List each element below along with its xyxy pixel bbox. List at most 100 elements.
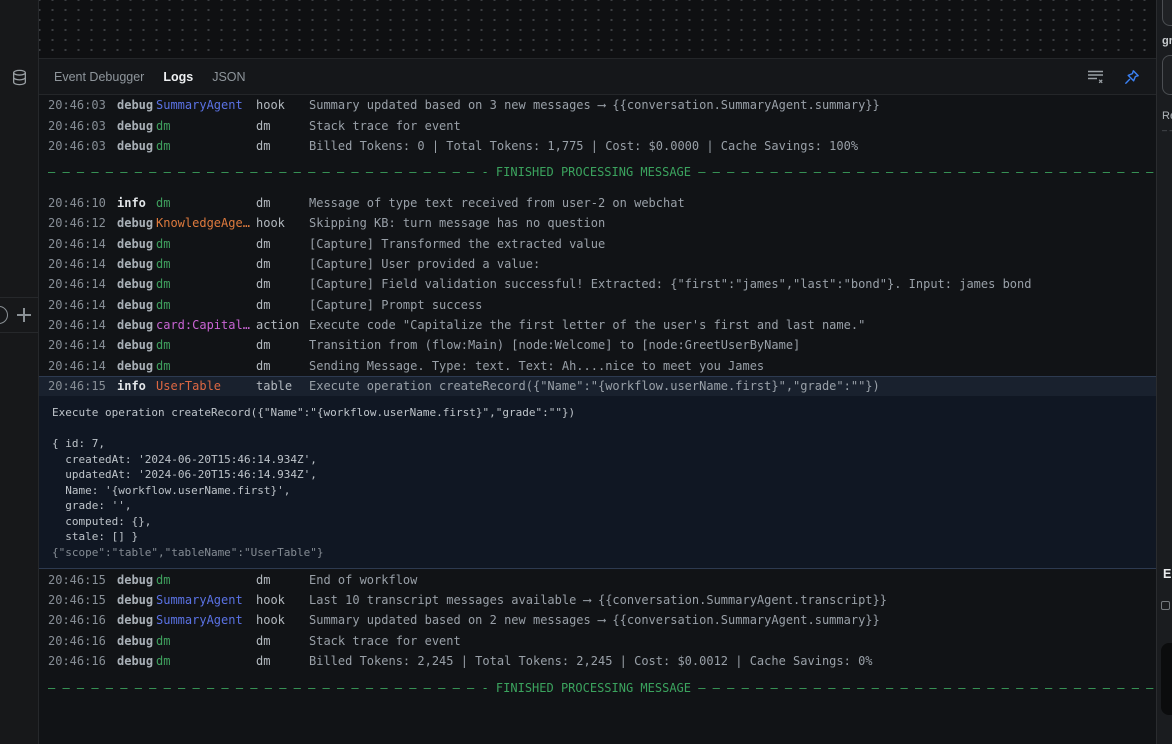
log-level: debug — [117, 138, 154, 153]
right-panel-checkbox[interactable] — [1161, 601, 1170, 610]
log-row[interactable]: 20:46:14 debug dm dm [Capture] User provided… — [39, 254, 1156, 274]
log-message: Last 10 transcript messages available ⟶ … — [309, 593, 887, 608]
log-message: Billed Tokens: 2,245 | Total Tokens: 2,2… — [309, 654, 873, 669]
flow-canvas[interactable] — [39, 0, 1156, 58]
right-panel-button[interactable] — [1162, 0, 1172, 26]
log-category: dm — [256, 195, 271, 210]
database-icon[interactable] — [11, 69, 28, 90]
log-agent: dm — [156, 654, 171, 669]
log-category: hook — [256, 98, 285, 113]
log-time: 20:46:10 — [48, 195, 106, 210]
log-time: 20:46:16 — [48, 613, 106, 628]
plus-icon[interactable] — [16, 307, 32, 323]
log-message: Billed Tokens: 0 | Total Tokens: 1,775 |… — [309, 138, 859, 153]
log-category: dm — [256, 338, 271, 353]
finished-processing-separator: — — — — — — — — — — — — — — — — — — — — … — [48, 165, 1156, 180]
log-row[interactable]: 20:46:14 debug dm dm Transition from (flow:M… — [39, 335, 1156, 355]
right-panel-card[interactable] — [1162, 55, 1172, 95]
log-time: 20:46:16 — [48, 654, 106, 669]
log-level: debug — [117, 654, 154, 669]
finished-processing-separator: — — — — — — — — — — — — — — — — — — — — … — [48, 680, 1156, 695]
log-category: dm — [256, 256, 271, 271]
right-panel: gr Re – – E — [1156, 0, 1172, 744]
tab-event-debugger[interactable]: Event Debugger — [54, 70, 144, 84]
pin-icon[interactable] — [1123, 68, 1141, 86]
log-agent: SummaryAgent — [156, 613, 243, 628]
log-time: 20:46:14 — [48, 318, 106, 333]
log-message: [Capture] Prompt success — [309, 297, 483, 312]
log-category: hook — [256, 216, 285, 231]
tab-logs[interactable]: Logs — [163, 70, 193, 84]
sidebar-divider — [0, 297, 38, 298]
log-level: info — [117, 379, 146, 394]
log-level: debug — [117, 613, 154, 628]
log-time: 20:46:14 — [48, 256, 106, 271]
log-row[interactable]: 20:46:16 debug SummaryAgent hook Summary upd… — [39, 610, 1156, 630]
log-level: debug — [117, 318, 154, 333]
log-row[interactable]: 20:46:14 debug dm dm [Capture] Prompt succes… — [39, 295, 1156, 315]
circle-icon[interactable] — [0, 306, 8, 324]
log-agent: dm — [156, 633, 171, 648]
log-level: debug — [117, 338, 154, 353]
log-level: debug — [117, 593, 154, 608]
log-agent: dm — [156, 256, 171, 271]
log-time: 20:46:03 — [48, 98, 106, 113]
log-time: 20:46:15 — [48, 572, 106, 587]
right-panel-label-top: gr — [1162, 35, 1172, 47]
log-row[interactable]: 20:46:14 debug dm dm [Capture] Transformed t… — [39, 233, 1156, 253]
log-agent: dm — [156, 236, 171, 251]
log-level: debug — [117, 277, 154, 292]
log-row[interactable]: 20:46:14 debug card:Capital… action Execute … — [39, 315, 1156, 335]
log-category: dm — [256, 358, 271, 373]
log-row[interactable]: 20:46:03 debug dm dm Billed Tokens: 0 | Tota… — [39, 136, 1156, 156]
log-list: 20:46:03 debug SummaryAgent hook Summary upd… — [39, 95, 1156, 743]
right-panel-dark-card[interactable] — [1161, 643, 1172, 715]
log-message: Sending Message. Type: text. Text: Ah...… — [309, 358, 765, 373]
log-agent: dm — [156, 118, 171, 133]
log-category: dm — [256, 118, 271, 133]
log-level: debug — [117, 358, 154, 373]
log-expanded-details[interactable]: Execute operation createRecord({"Name":"… — [39, 396, 1156, 570]
right-panel-dashes: – – — [1162, 125, 1172, 135]
log-row[interactable]: 20:46:15 debug SummaryAgent hook Last 10 tra… — [39, 590, 1156, 610]
log-row[interactable]: 20:46:03 debug dm dm Stack trace for event — [39, 115, 1156, 135]
expanded-meta: {"scope":"table","tableName":"UserTable"… — [52, 545, 324, 559]
log-row-selected[interactable]: 20:46:15 info UserTable table Execute operat… — [39, 376, 1156, 397]
log-message: Execute code "Capitalize the first lette… — [309, 318, 866, 333]
log-row[interactable]: 20:46:15 debug dm dm End of workflow — [39, 569, 1156, 589]
expanded-output: Execute operation createRecord({"Name":"… — [52, 406, 576, 544]
log-row[interactable]: 20:46:16 debug dm dm Stack trace for event — [39, 631, 1156, 651]
log-message: [Capture] Transformed the extracted valu… — [309, 236, 606, 251]
log-time: 20:46:14 — [48, 277, 106, 292]
log-level: debug — [117, 256, 154, 271]
tab-json[interactable]: JSON — [212, 70, 245, 84]
log-category: dm — [256, 633, 271, 648]
log-row[interactable]: 20:46:16 debug dm dm Billed Tokens: 2,245 | … — [39, 651, 1156, 671]
log-agent: card:Capital… — [156, 318, 250, 333]
log-level: debug — [117, 98, 154, 113]
log-row[interactable]: 20:46:14 debug dm dm [Capture] Field validat… — [39, 274, 1156, 294]
log-message: [Capture] User provided a value: — [309, 256, 541, 271]
log-agent: dm — [156, 277, 171, 292]
log-row[interactable]: 20:46:10 info dm dm Message of type text rec… — [39, 193, 1156, 213]
log-agent: dm — [156, 572, 171, 587]
debugger-tabbar: Event Debugger Logs JSON — [39, 58, 1156, 95]
log-message: [Capture] Field validation successful! E… — [309, 277, 1032, 292]
log-message: Summary updated based on 3 new messages … — [309, 98, 880, 113]
log-agent: UserTable — [156, 379, 222, 394]
log-message: Execute operation createRecord({"Name":"… — [309, 379, 880, 394]
log-category: dm — [256, 654, 271, 669]
log-row[interactable]: 20:46:14 debug dm dm Sending Message. Type: … — [39, 356, 1156, 376]
log-agent: dm — [156, 297, 171, 312]
log-row[interactable]: 20:46:12 debug KnowledgeAge… hook Skipping K… — [39, 213, 1156, 233]
log-message: Message of type text received from user-… — [309, 195, 685, 210]
log-agent: dm — [156, 358, 171, 373]
clear-logs-icon[interactable] — [1086, 68, 1104, 86]
log-message: Skipping KB: turn message has no questio… — [309, 216, 606, 231]
log-agent: SummaryAgent — [156, 593, 243, 608]
log-row[interactable]: 20:46:03 debug SummaryAgent hook Summary upd… — [39, 95, 1156, 115]
right-panel-section-label: E — [1163, 567, 1172, 581]
log-category: hook — [256, 593, 285, 608]
log-time: 20:46:16 — [48, 633, 106, 648]
log-message: Stack trace for event — [309, 633, 461, 648]
